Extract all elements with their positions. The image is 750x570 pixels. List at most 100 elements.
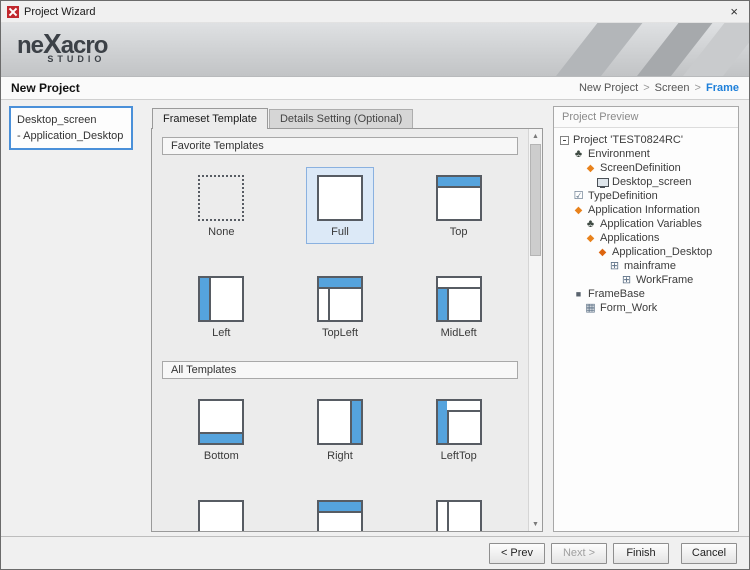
- page-title: New Project: [11, 81, 80, 95]
- tab-details-setting[interactable]: Details Setting (Optional): [269, 109, 413, 128]
- scroll-up-icon[interactable]: ▲: [529, 129, 542, 143]
- monitor-icon: [596, 177, 609, 188]
- breadcrumb: New Project > Screen > Frame: [579, 82, 739, 94]
- screen-definition-icon: [584, 162, 597, 175]
- template-partial-1[interactable]: [162, 492, 281, 531]
- tree-item-typedefinition[interactable]: TypeDefinition: [558, 189, 734, 203]
- breadcrumb-separator: >: [695, 82, 701, 94]
- application-variables-icon: [584, 218, 597, 230]
- tree-label: Form_Work: [600, 302, 657, 314]
- template-left-thumb: [198, 276, 244, 322]
- all-templates-grid: Bottom Right LeftTop: [162, 391, 518, 531]
- tree-label: Applications: [600, 232, 659, 244]
- tree-item-screendefinition[interactable]: ScreenDefinition: [558, 161, 734, 175]
- tree-item-application-variables[interactable]: Application Variables: [558, 217, 734, 231]
- template-label: Full: [331, 226, 349, 239]
- tree-item-mainframe[interactable]: mainframe: [558, 259, 734, 273]
- template-midleft[interactable]: MidLeft: [399, 268, 518, 345]
- template-lefttop-thumb: [436, 399, 482, 445]
- tree-item-workframe[interactable]: WorkFrame: [558, 273, 734, 287]
- template-bottom[interactable]: Bottom: [162, 391, 281, 468]
- tree-item-desktop-screen[interactable]: Desktop_screen: [558, 175, 734, 189]
- template-lefttop[interactable]: LeftTop: [399, 391, 518, 468]
- tree-label: Environment: [588, 148, 650, 160]
- thumb-region: [438, 278, 480, 289]
- banner: neXacro STUDIO: [1, 23, 749, 77]
- application-desktop-icon: [596, 246, 609, 259]
- close-icon[interactable]: ×: [725, 3, 743, 21]
- breadcrumb-frame: Frame: [706, 82, 739, 94]
- tree-label: Project 'TEST0824RC': [573, 134, 683, 146]
- screen-name: Desktop_screen: [17, 112, 125, 128]
- favorite-templates-header: Favorite Templates: [162, 137, 518, 155]
- breadcrumb-bar: New Project New Project > Screen > Frame: [1, 77, 749, 100]
- title-bar: Project Wizard ×: [1, 1, 749, 23]
- project-preview-panel: Project Preview Project 'TEST0824RC' Env…: [553, 106, 739, 532]
- tree-item-environment[interactable]: Environment: [558, 147, 734, 161]
- scroll-down-icon[interactable]: ▼: [529, 517, 542, 531]
- tree-item-form-work[interactable]: Form_Work: [558, 301, 734, 315]
- scrollbar-thumb[interactable]: [530, 144, 541, 256]
- next-button[interactable]: Next >: [551, 543, 607, 564]
- thumb-region: [319, 278, 361, 289]
- tree-item-framebase[interactable]: FrameBase: [558, 287, 734, 301]
- template-none-thumb: [198, 175, 244, 221]
- project-preview-title: Project Preview: [554, 107, 738, 128]
- all-templates-header: All Templates: [162, 361, 518, 379]
- template-top[interactable]: Top: [399, 167, 518, 244]
- logo-pre: ne: [17, 32, 43, 59]
- environment-icon: [572, 148, 585, 160]
- tree-item-project[interactable]: Project 'TEST0824RC': [558, 133, 734, 147]
- template-partial-2[interactable]: [281, 492, 400, 531]
- thumb-region: [438, 289, 449, 320]
- collapse-box-icon[interactable]: [560, 136, 569, 145]
- thumb-region: [200, 278, 211, 320]
- sidebar: Desktop_screen - Application_Desktop: [9, 106, 133, 532]
- tree-label: Application Variables: [600, 218, 702, 230]
- tree-item-application-desktop[interactable]: Application_Desktop: [558, 245, 734, 259]
- template-partial-2-thumb: [317, 500, 363, 531]
- template-full[interactable]: Full: [281, 167, 400, 244]
- template-label: Top: [450, 226, 468, 239]
- template-topleft-thumb: [317, 276, 363, 322]
- nexacro-app-icon: [7, 6, 19, 18]
- tree-label: Application_Desktop: [612, 246, 712, 258]
- main-area: Desktop_screen - Application_Desktop Fra…: [1, 100, 749, 536]
- template-topleft[interactable]: TopLeft: [281, 268, 400, 345]
- tree-label: mainframe: [624, 260, 676, 272]
- project-wizard-dialog: Project Wizard × neXacro STUDIO New Proj…: [0, 0, 750, 570]
- frame-base-icon: [572, 288, 585, 300]
- tree-label: WorkFrame: [636, 274, 693, 286]
- tree-item-application-information[interactable]: Application Information: [558, 203, 734, 217]
- template-midleft-thumb: [436, 276, 482, 322]
- screen-list-item-desktop[interactable]: Desktop_screen - Application_Desktop: [9, 106, 133, 150]
- template-full-thumb: [317, 175, 363, 221]
- project-tree: Project 'TEST0824RC' Environment ScreenD…: [554, 128, 738, 320]
- template-partial-3-thumb: [436, 500, 482, 531]
- template-section: Frameset Template Details Setting (Optio…: [151, 106, 543, 532]
- template-right[interactable]: Right: [281, 391, 400, 468]
- template-left[interactable]: Left: [162, 268, 281, 345]
- tab-frameset-template[interactable]: Frameset Template: [152, 108, 268, 129]
- favorite-templates-grid: None Full Top: [162, 167, 518, 345]
- template-partial-3[interactable]: [399, 492, 518, 531]
- breadcrumb-separator: >: [643, 82, 649, 94]
- template-label: Left: [212, 327, 230, 340]
- template-right-thumb: [317, 399, 363, 445]
- cancel-button[interactable]: Cancel: [681, 543, 737, 564]
- thumb-region: [447, 401, 480, 412]
- finish-button[interactable]: Finish: [613, 543, 669, 564]
- tab-bar: Frameset Template Details Setting (Optio…: [151, 106, 543, 128]
- breadcrumb-new-project: New Project: [579, 82, 638, 94]
- prev-button[interactable]: < Prev: [489, 543, 545, 564]
- frameset-template-panel: Favorite Templates None Full: [151, 128, 543, 532]
- vertical-scrollbar[interactable]: ▲ ▼: [528, 129, 542, 531]
- tree-item-applications[interactable]: Applications: [558, 231, 734, 245]
- frame-icon: [608, 260, 621, 272]
- thumb-region: [438, 177, 480, 188]
- template-label: MidLeft: [441, 327, 477, 340]
- footer-bar: < Prev Next > Finish Cancel: [1, 536, 749, 569]
- template-label: Bottom: [204, 450, 239, 463]
- template-label: LeftTop: [441, 450, 477, 463]
- template-none[interactable]: None: [162, 167, 281, 244]
